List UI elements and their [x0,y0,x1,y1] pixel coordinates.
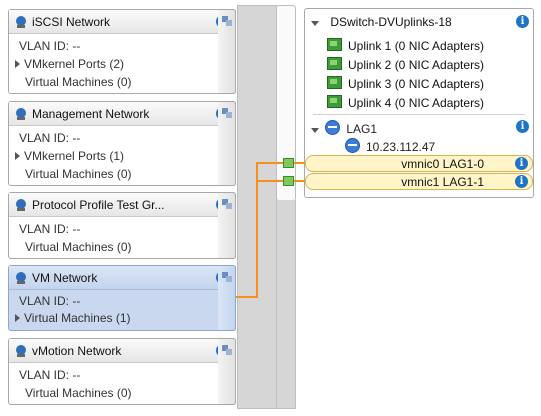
expand-icon [15,152,20,160]
lag-host-item[interactable]: 10.23.112.47 [345,138,435,154]
vlan-id: VLAN ID: -- [19,39,81,53]
port-group-header: Management Network i [9,102,235,126]
divider [313,114,525,115]
nic-icon [327,95,342,108]
uplink-label: Uplink 4 (0 NIC Adapters) [348,96,485,110]
port-group-header: Protocol Profile Test Gr... i [9,193,235,217]
vmkernel-ports-label: VMkernel Ports (2) [24,57,125,71]
port-group-icon [14,271,28,285]
vlan-id: VLAN ID: -- [19,294,81,308]
vlan-id: VLAN ID: -- [19,222,81,236]
port-connector-icon[interactable] [283,176,294,186]
uplink-item[interactable]: Uplink 2 (0 NIC Adapters) [327,57,484,72]
info-icon[interactable]: i [516,120,529,133]
virtual-machines-label: Virtual Machines (0) [25,167,132,181]
port-group-title: Protocol Profile Test Gr... [32,198,165,212]
port-group-protocol-profile[interactable]: Protocol Profile Test Gr... i VLAN ID: -… [8,192,236,259]
vmkernel-ports-toggle[interactable]: VMkernel Ports (2) [15,57,124,71]
port-group-vmotion[interactable]: vMotion Network i VLAN ID: -- Virtual Ma… [8,338,236,405]
vmnic-label: vmnic0 LAG1-0 [401,157,484,171]
vlan-id: VLAN ID: -- [19,368,81,382]
expand-icon [15,60,20,68]
port-group-title: vMotion Network [32,344,122,358]
lag-icon [325,120,341,135]
network-adapter-icon [221,107,233,119]
host-icon [345,138,360,153]
port-group-title: VM Network [32,271,98,285]
nic-icon [327,38,342,51]
port-group-icon [14,344,28,358]
virtual-machines-label: Virtual Machines (1) [24,311,131,325]
port-group-handle[interactable] [218,101,236,186]
vlan-id: VLAN ID: -- [19,131,81,145]
virtual-machines-toggle[interactable]: Virtual Machines (1) [15,311,131,325]
vmkernel-ports-toggle[interactable]: VMkernel Ports (1) [15,149,124,163]
virtual-machines-label: Virtual Machines (0) [25,386,132,400]
info-icon[interactable]: i [516,15,529,28]
uplink-header[interactable]: DSwitch-DVUplinks-18 [311,15,452,29]
uplink-group-title: DSwitch-DVUplinks-18 [330,15,452,29]
port-group-handle[interactable] [218,9,236,94]
vm-network-connection [236,162,287,298]
network-adapter-icon [221,15,233,27]
vmnic-row[interactable]: vmnic0 LAG1-0 i [305,155,533,172]
lag-label: LAG1 [346,122,378,136]
virtual-machines-label: Virtual Machines (0) [25,75,132,89]
vmnic-label: vmnic1 LAG1-1 [401,175,484,189]
expand-icon [15,314,20,322]
info-icon[interactable]: i [515,157,528,170]
vmnic-row[interactable]: vmnic1 LAG1-1 i [305,173,533,190]
collapse-icon[interactable] [311,128,319,133]
info-icon[interactable]: i [515,175,528,188]
port-group-handle[interactable] [218,338,236,405]
port-connector-icon[interactable] [283,158,294,168]
nic-icon [327,57,342,70]
lag-item[interactable]: LAG1 [311,120,377,136]
port-group-handle[interactable] [218,265,236,331]
uplink-item[interactable]: Uplink 3 (0 NIC Adapters) [327,76,484,91]
port-group-header: vMotion Network i [9,339,235,363]
uplink-label: Uplink 3 (0 NIC Adapters) [348,77,485,91]
network-adapter-icon [221,271,233,283]
port-group-vm-network[interactable]: VM Network i VLAN ID: -- Virtual Machine… [8,265,236,331]
port-group-management[interactable]: Management Network i VLAN ID: -- VMkerne… [8,101,236,186]
vmkernel-ports-label: VMkernel Ports (1) [24,149,125,163]
collapse-icon[interactable] [311,21,319,26]
uplink-label: Uplink 2 (0 NIC Adapters) [348,58,485,72]
port-group-header: VM Network i [9,266,235,290]
uplink-item[interactable]: Uplink 4 (0 NIC Adapters) [327,95,484,110]
port-group-header: iSCSI Network i [9,10,235,34]
port-group-icon [14,15,28,29]
network-adapter-icon [221,198,233,210]
nic-icon [327,76,342,89]
port-group-title: iSCSI Network [32,15,111,29]
uplink-label: Uplink 1 (0 NIC Adapters) [348,39,485,53]
port-group-icon [14,198,28,212]
uplink-item[interactable]: Uplink 1 (0 NIC Adapters) [327,38,484,53]
port-group-icon [14,107,28,121]
host-label: 10.23.112.47 [366,140,436,154]
port-group-title: Management Network [32,107,150,121]
network-adapter-icon [221,344,233,356]
virtual-machines-label: Virtual Machines (0) [25,240,132,254]
port-group-iscsi[interactable]: iSCSI Network i VLAN ID: -- VMkernel Por… [8,9,236,94]
port-group-handle[interactable] [218,192,236,259]
